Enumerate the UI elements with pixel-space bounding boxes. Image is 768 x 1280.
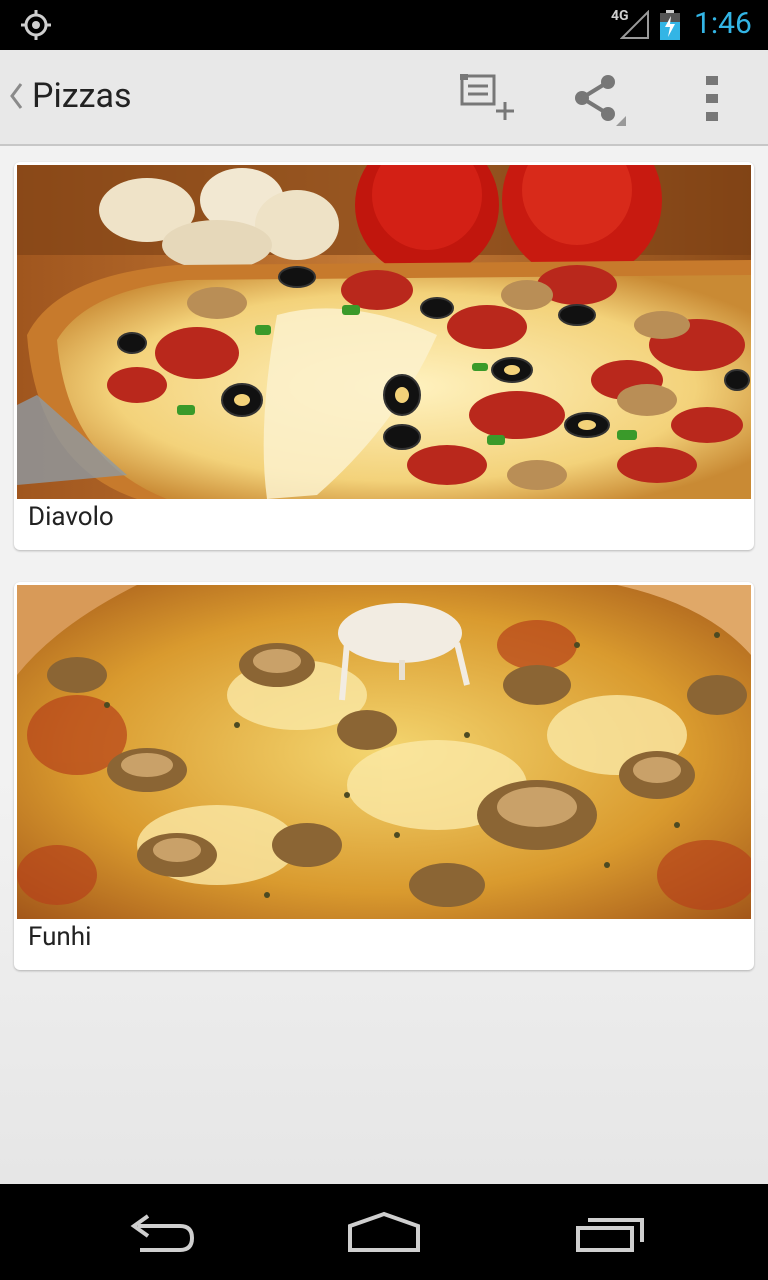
action-bar: Pizzas — [0, 50, 768, 146]
gps-icon — [21, 10, 51, 40]
battery-charging-icon — [660, 10, 680, 40]
status-bar: 4G 1:46 — [0, 0, 768, 50]
pizza-name: Diavolo — [28, 502, 114, 532]
page-title[interactable]: Pizzas — [32, 76, 132, 116]
pizza-name: Funhi — [28, 922, 92, 952]
pizza-card[interactable]: Diavolo — [14, 162, 754, 550]
up-caret-icon[interactable] — [8, 81, 24, 111]
new-item-button[interactable] — [456, 68, 516, 128]
pizza-card[interactable]: Funhi — [14, 582, 754, 970]
pizza-funhi-photo — [17, 585, 751, 919]
new-item-icon — [460, 74, 514, 120]
home-button[interactable] — [344, 1208, 424, 1256]
clock: 1:46 — [694, 6, 752, 41]
home-icon — [348, 1211, 420, 1252]
back-button[interactable] — [120, 1208, 200, 1256]
signal-icon — [620, 10, 649, 39]
overflow-menu-icon — [706, 76, 718, 121]
overflow-menu-button[interactable] — [682, 68, 742, 128]
content-area: Diavolo Funhi — [0, 146, 768, 1184]
recent-apps-icon — [576, 1218, 644, 1252]
share-icon — [575, 75, 626, 126]
pizza-diavolo-photo — [17, 165, 751, 499]
navigation-bar — [0, 1184, 768, 1280]
back-icon — [130, 1214, 195, 1252]
share-button[interactable] — [568, 68, 628, 128]
recent-apps-button[interactable] — [570, 1208, 650, 1256]
